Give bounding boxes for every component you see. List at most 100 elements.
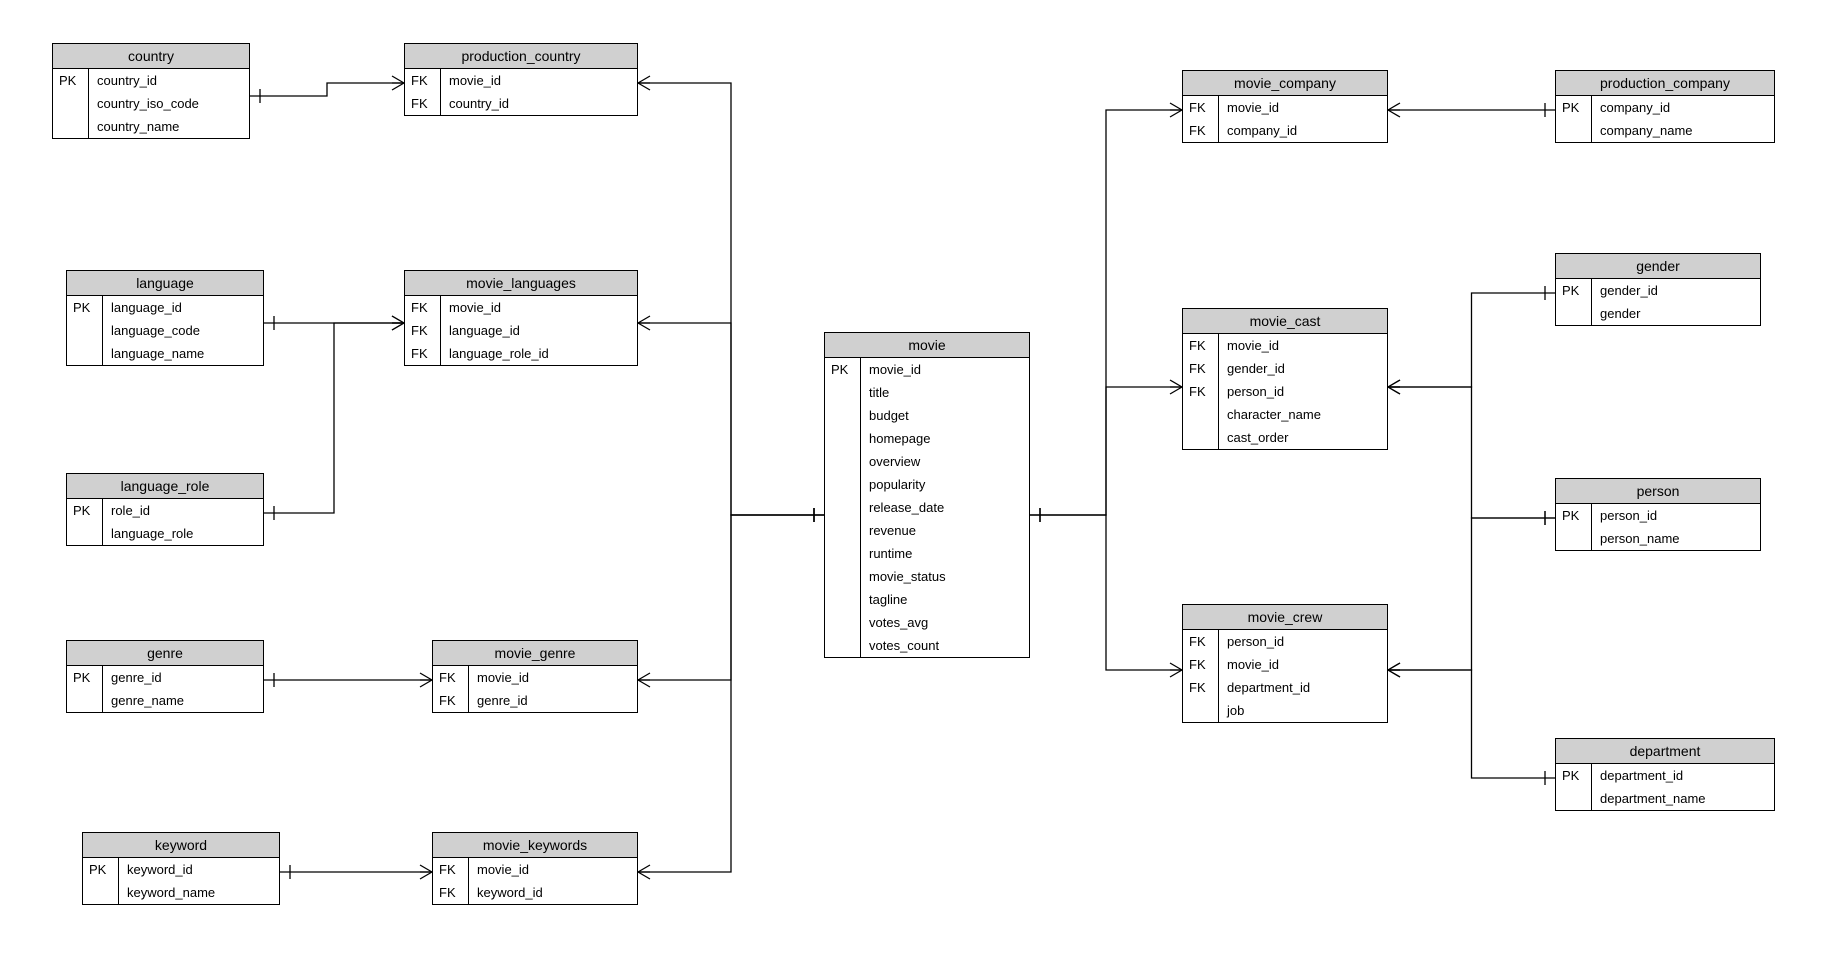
- field-key: FK: [1183, 653, 1219, 676]
- entity-field-row: language_role: [67, 522, 263, 545]
- field-name: company_id: [1592, 96, 1774, 119]
- field-name: company_name: [1592, 119, 1774, 142]
- entity-field-row: FKmovie_id: [405, 296, 637, 319]
- entity-header: person: [1556, 479, 1760, 504]
- relationship-line: [392, 76, 404, 83]
- field-name: company_id: [1219, 119, 1387, 142]
- field-name: gender_id: [1219, 357, 1387, 380]
- entity-field-row: FKgender_id: [1183, 357, 1387, 380]
- relationship-line: [1388, 103, 1400, 110]
- entity-header: country: [53, 44, 249, 69]
- field-key: PK: [83, 858, 119, 881]
- field-name: budget: [861, 404, 1029, 427]
- entity-genre: genrePKgenre_idgenre_name: [66, 640, 264, 713]
- field-name: overview: [861, 450, 1029, 473]
- entity-header: language_role: [67, 474, 263, 499]
- field-key: [1183, 403, 1219, 426]
- entity-field-row: keyword_name: [83, 881, 279, 904]
- entity-field-row: PKgenre_id: [67, 666, 263, 689]
- entity-field-row: genre_name: [67, 689, 263, 712]
- field-key: [825, 496, 861, 519]
- entity-field-row: language_name: [67, 342, 263, 365]
- field-name: movie_id: [469, 666, 637, 689]
- field-key: [825, 450, 861, 473]
- field-key: [825, 473, 861, 496]
- field-key: [67, 319, 103, 342]
- entity-movie_keywords: movie_keywordsFKmovie_idFKkeyword_id: [432, 832, 638, 905]
- relationship-line: [1048, 110, 1164, 515]
- entity-language_role: language_rolePKrole_idlanguage_role: [66, 473, 264, 546]
- relationship-line: [1388, 380, 1400, 387]
- entity-field-row: popularity: [825, 473, 1029, 496]
- relationship-line: [392, 316, 404, 323]
- entity-field-row: title: [825, 381, 1029, 404]
- relationship-line: [420, 673, 432, 680]
- relationship-line: [420, 865, 432, 872]
- entity-language: languagePKlanguage_idlanguage_codelangua…: [66, 270, 264, 366]
- entity-header: movie_crew: [1183, 605, 1387, 630]
- relationship-line: [1170, 380, 1182, 387]
- entity-gender: genderPKgender_idgender: [1555, 253, 1761, 326]
- relationship-line: [392, 323, 404, 330]
- entity-production_country: production_countryFKmovie_idFKcountry_id: [404, 43, 638, 116]
- field-name: votes_count: [861, 634, 1029, 657]
- field-key: FK: [433, 689, 469, 712]
- entity-field-row: FKmovie_id: [433, 666, 637, 689]
- relationship-line: [1048, 387, 1164, 515]
- entity-header: production_country: [405, 44, 637, 69]
- field-key: PK: [53, 69, 89, 92]
- entity-header: movie_company: [1183, 71, 1387, 96]
- field-name: person_id: [1592, 504, 1760, 527]
- field-key: FK: [1183, 334, 1219, 357]
- entity-movie_crew: movie_crewFKperson_idFKmovie_idFKdepartm…: [1182, 604, 1388, 723]
- field-key: [53, 92, 89, 115]
- entity-production_company: production_companyPKcompany_idcompany_na…: [1555, 70, 1775, 143]
- field-name: language_role_id: [441, 342, 637, 365]
- entity-header: movie_keywords: [433, 833, 637, 858]
- er-diagram-canvas: countryPKcountry_idcountry_iso_codecount…: [0, 0, 1840, 964]
- field-key: FK: [433, 881, 469, 904]
- field-name: country_id: [89, 69, 249, 92]
- field-key: [67, 689, 103, 712]
- entity-movie_languages: movie_languagesFKmovie_idFKlanguage_idFK…: [404, 270, 638, 366]
- entity-field-row: person_name: [1556, 527, 1760, 550]
- field-name: language_role: [103, 522, 263, 545]
- field-key: PK: [1556, 96, 1592, 119]
- relationship-line: [1406, 387, 1537, 518]
- relationship-line: [1170, 103, 1182, 110]
- field-name: character_name: [1219, 403, 1387, 426]
- field-name: homepage: [861, 427, 1029, 450]
- field-name: country_name: [89, 115, 249, 138]
- entity-header: department: [1556, 739, 1774, 764]
- field-name: movie_id: [441, 296, 637, 319]
- entity-field-row: language_code: [67, 319, 263, 342]
- field-name: person_name: [1592, 527, 1760, 550]
- field-key: [825, 381, 861, 404]
- field-key: [83, 881, 119, 904]
- field-name: cast_order: [1219, 426, 1387, 449]
- relationship-line: [420, 872, 432, 879]
- entity-movie_company: movie_companyFKmovie_idFKcompany_id: [1182, 70, 1388, 143]
- field-name: keyword_id: [119, 858, 279, 881]
- field-key: [825, 404, 861, 427]
- relationship-line: [1170, 387, 1182, 394]
- entity-field-row: PKmovie_id: [825, 358, 1029, 381]
- field-key: FK: [1183, 380, 1219, 403]
- entity-keyword: keywordPKkeyword_idkeyword_name: [82, 832, 280, 905]
- field-key: FK: [1183, 676, 1219, 699]
- entity-field-row: country_iso_code: [53, 92, 249, 115]
- field-key: FK: [405, 342, 441, 365]
- entity-field-row: FKcompany_id: [1183, 119, 1387, 142]
- field-name: title: [861, 381, 1029, 404]
- relationship-line: [1388, 380, 1400, 387]
- field-name: role_id: [103, 499, 263, 522]
- relationship-line: [638, 872, 650, 879]
- field-key: [825, 634, 861, 657]
- field-key: [1183, 426, 1219, 449]
- field-name: movie_id: [441, 69, 637, 92]
- relationship-line: [392, 323, 404, 330]
- field-key: PK: [825, 358, 861, 381]
- entity-field-row: country_name: [53, 115, 249, 138]
- field-name: gender_id: [1592, 279, 1760, 302]
- entity-header: movie_genre: [433, 641, 637, 666]
